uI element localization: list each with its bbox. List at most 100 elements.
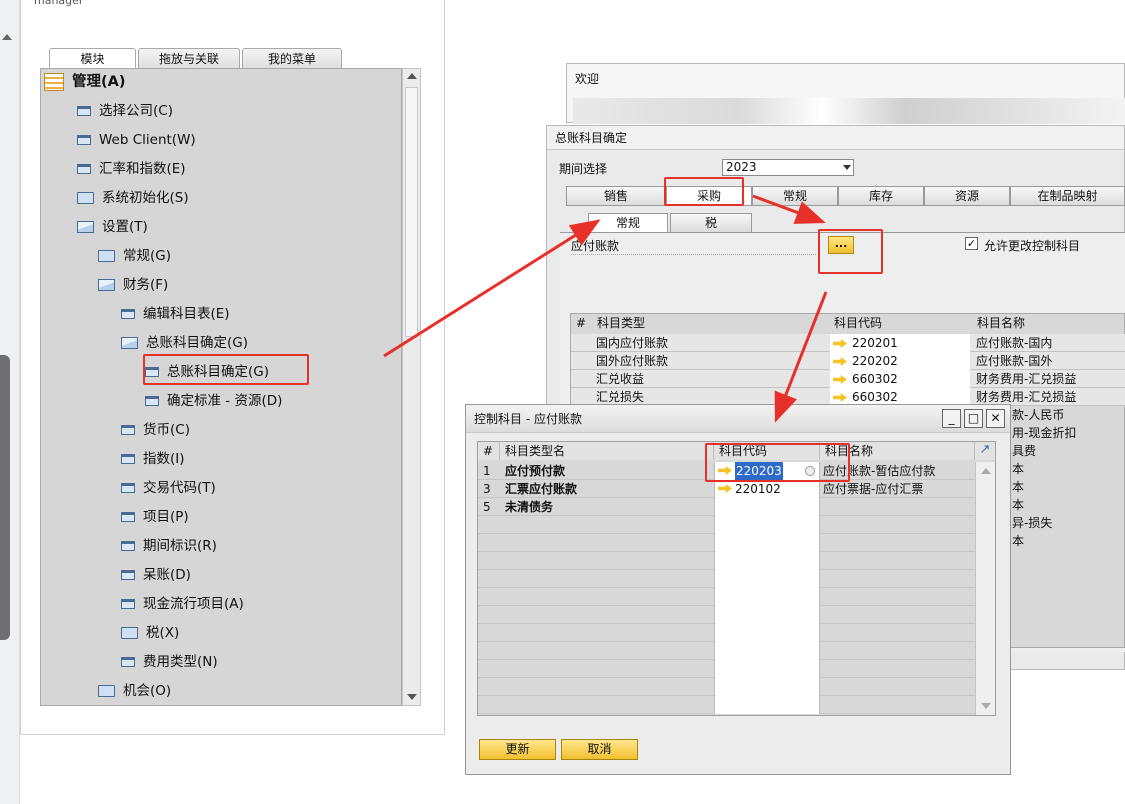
table-row[interactable] xyxy=(478,696,975,714)
account-type-name: 汇票应付账款 xyxy=(505,482,578,496)
code-cell[interactable] xyxy=(714,588,820,606)
code-cell[interactable] xyxy=(714,498,820,516)
update-button[interactable]: 更新 xyxy=(479,739,556,760)
table-row[interactable] xyxy=(478,588,975,606)
gl-tab[interactable]: 常规 xyxy=(752,186,838,206)
tab-my-menu[interactable]: 我的菜单 xyxy=(242,48,342,69)
tree-item[interactable]: 期间标识(R) xyxy=(121,534,217,558)
code-cell[interactable] xyxy=(714,642,820,660)
tree-item[interactable]: 财务(F) xyxy=(98,273,168,297)
tree-item[interactable]: 设置(T) xyxy=(77,215,148,239)
tree-item[interactable]: 费用类型(N) xyxy=(121,650,218,674)
tree-item[interactable]: 项目(P) xyxy=(121,505,189,529)
ctrl-grid-scrollbar[interactable] xyxy=(975,462,995,715)
gl-tab[interactable]: 在制品映射 xyxy=(1010,186,1125,206)
scroll-thumb[interactable] xyxy=(0,355,10,640)
code-cell[interactable]: 220102 xyxy=(714,480,820,498)
maximize-icon[interactable]: □ xyxy=(964,409,983,428)
account-code-value: 220202 xyxy=(852,354,898,368)
tree-item[interactable]: 指数(I) xyxy=(121,447,185,471)
tree-scrollbar[interactable] xyxy=(402,68,421,706)
code-cell[interactable] xyxy=(714,660,820,678)
expand-icon[interactable]: ↗ xyxy=(975,442,995,460)
table-row[interactable]: 5 未清债务 xyxy=(478,498,975,516)
code-cell[interactable] xyxy=(714,696,820,714)
code-cell[interactable] xyxy=(714,678,820,696)
left-edge-scrollbar[interactable] xyxy=(0,0,20,804)
link-arrow-icon[interactable] xyxy=(833,393,847,402)
code-cell[interactable] xyxy=(714,606,820,624)
subtab-tax[interactable]: 税 xyxy=(670,213,752,233)
close-icon[interactable]: ✕ xyxy=(986,409,1005,428)
tab-modules[interactable]: 模块 xyxy=(49,48,136,70)
table-row[interactable] xyxy=(478,534,975,552)
tab-drag-relate[interactable]: 拖放与关联 xyxy=(138,48,240,69)
tree-item[interactable]: 编辑科目表(E) xyxy=(121,302,230,326)
tree-item-label: 财务(F) xyxy=(123,277,169,293)
account-type-name: 应付预付款 xyxy=(505,464,566,478)
tree-item-label: Web Client(W) xyxy=(99,132,196,148)
tree-item[interactable]: 常规(G) xyxy=(98,244,171,268)
account-name-cell: 本 xyxy=(1012,534,1025,548)
table-row[interactable] xyxy=(478,606,975,624)
tree-item[interactable]: 交易代码(T) xyxy=(121,476,216,500)
table-row[interactable] xyxy=(478,516,975,534)
link-arrow-icon[interactable] xyxy=(718,484,732,493)
folder-icon xyxy=(98,250,115,262)
scroll-up-icon[interactable] xyxy=(2,34,12,40)
table-row[interactable] xyxy=(478,660,975,678)
scroll-down-icon[interactable] xyxy=(407,694,417,700)
tree-item[interactable]: 现金流行项目(A) xyxy=(121,592,244,616)
minimize-icon[interactable]: _ xyxy=(942,409,961,428)
code-cell[interactable] xyxy=(714,624,820,642)
period-select[interactable]: 2023 xyxy=(722,159,854,176)
tree-item[interactable]: 货币(C) xyxy=(121,418,190,442)
doc-icon xyxy=(121,512,135,522)
tree-item-label: 指数(I) xyxy=(143,451,185,467)
tree-item[interactable]: 选择公司(C) xyxy=(77,99,173,123)
tree-item[interactable]: 确定标准 - 资源(D) xyxy=(145,389,282,413)
scroll-up-icon[interactable] xyxy=(981,468,991,474)
code-cell[interactable] xyxy=(714,570,820,588)
cancel-button[interactable]: 取消 xyxy=(561,739,638,760)
account-code-cell[interactable]: 220202 xyxy=(830,352,970,370)
link-arrow-icon[interactable] xyxy=(833,357,847,366)
table-row[interactable] xyxy=(478,678,975,696)
tree-item[interactable]: 税(X) xyxy=(121,621,179,645)
account-code-value: 220201 xyxy=(852,336,898,350)
doc-icon xyxy=(77,135,91,145)
gl-tab[interactable]: 资源 xyxy=(924,186,1010,206)
welcome-banner-image xyxy=(573,98,1125,124)
account-code-cell[interactable]: 220201 xyxy=(830,334,970,352)
subtab-general[interactable]: 常规 xyxy=(588,213,668,233)
table-row[interactable] xyxy=(478,642,975,660)
table-row[interactable] xyxy=(478,624,975,642)
account-code-cell[interactable]: 660302 xyxy=(830,370,970,388)
tree-item[interactable]: 机会(O) xyxy=(98,679,171,703)
tree-scroll-thumb[interactable] xyxy=(405,87,418,337)
account-type-cell: 汇兑收益 xyxy=(596,372,645,386)
grid-icon xyxy=(44,73,64,91)
tree-item[interactable]: 系统初始化(S) xyxy=(77,186,189,210)
table-row[interactable]: 220102 3 汇票应付账款 应付票据-应付汇票 xyxy=(478,480,975,498)
gl-tab[interactable]: 销售 xyxy=(566,186,666,206)
code-cell[interactable] xyxy=(714,552,820,570)
scroll-down-icon[interactable] xyxy=(981,703,991,709)
tree-item[interactable]: 总账科目确定(G) xyxy=(121,331,248,355)
allow-change-checkbox[interactable]: ✓ xyxy=(965,237,978,250)
tree-item[interactable]: 汇率和指数(E) xyxy=(77,157,186,181)
welcome-window: 欢迎 xyxy=(566,63,1125,124)
table-row[interactable] xyxy=(478,552,975,570)
code-cell[interactable] xyxy=(714,516,820,534)
ctrl-header-num: # xyxy=(478,442,500,460)
tree-item-label: 管理(A) xyxy=(72,74,126,90)
table-row[interactable] xyxy=(478,570,975,588)
link-arrow-icon[interactable] xyxy=(833,375,847,384)
tree-item[interactable]: Web Client(W) xyxy=(77,128,196,152)
link-arrow-icon[interactable] xyxy=(833,339,847,348)
scroll-up-icon[interactable] xyxy=(407,73,417,79)
gl-tab[interactable]: 库存 xyxy=(838,186,924,206)
tree-item[interactable]: 管理(A) xyxy=(44,70,125,94)
tree-item[interactable]: 呆账(D) xyxy=(121,563,191,587)
code-cell[interactable] xyxy=(714,534,820,552)
